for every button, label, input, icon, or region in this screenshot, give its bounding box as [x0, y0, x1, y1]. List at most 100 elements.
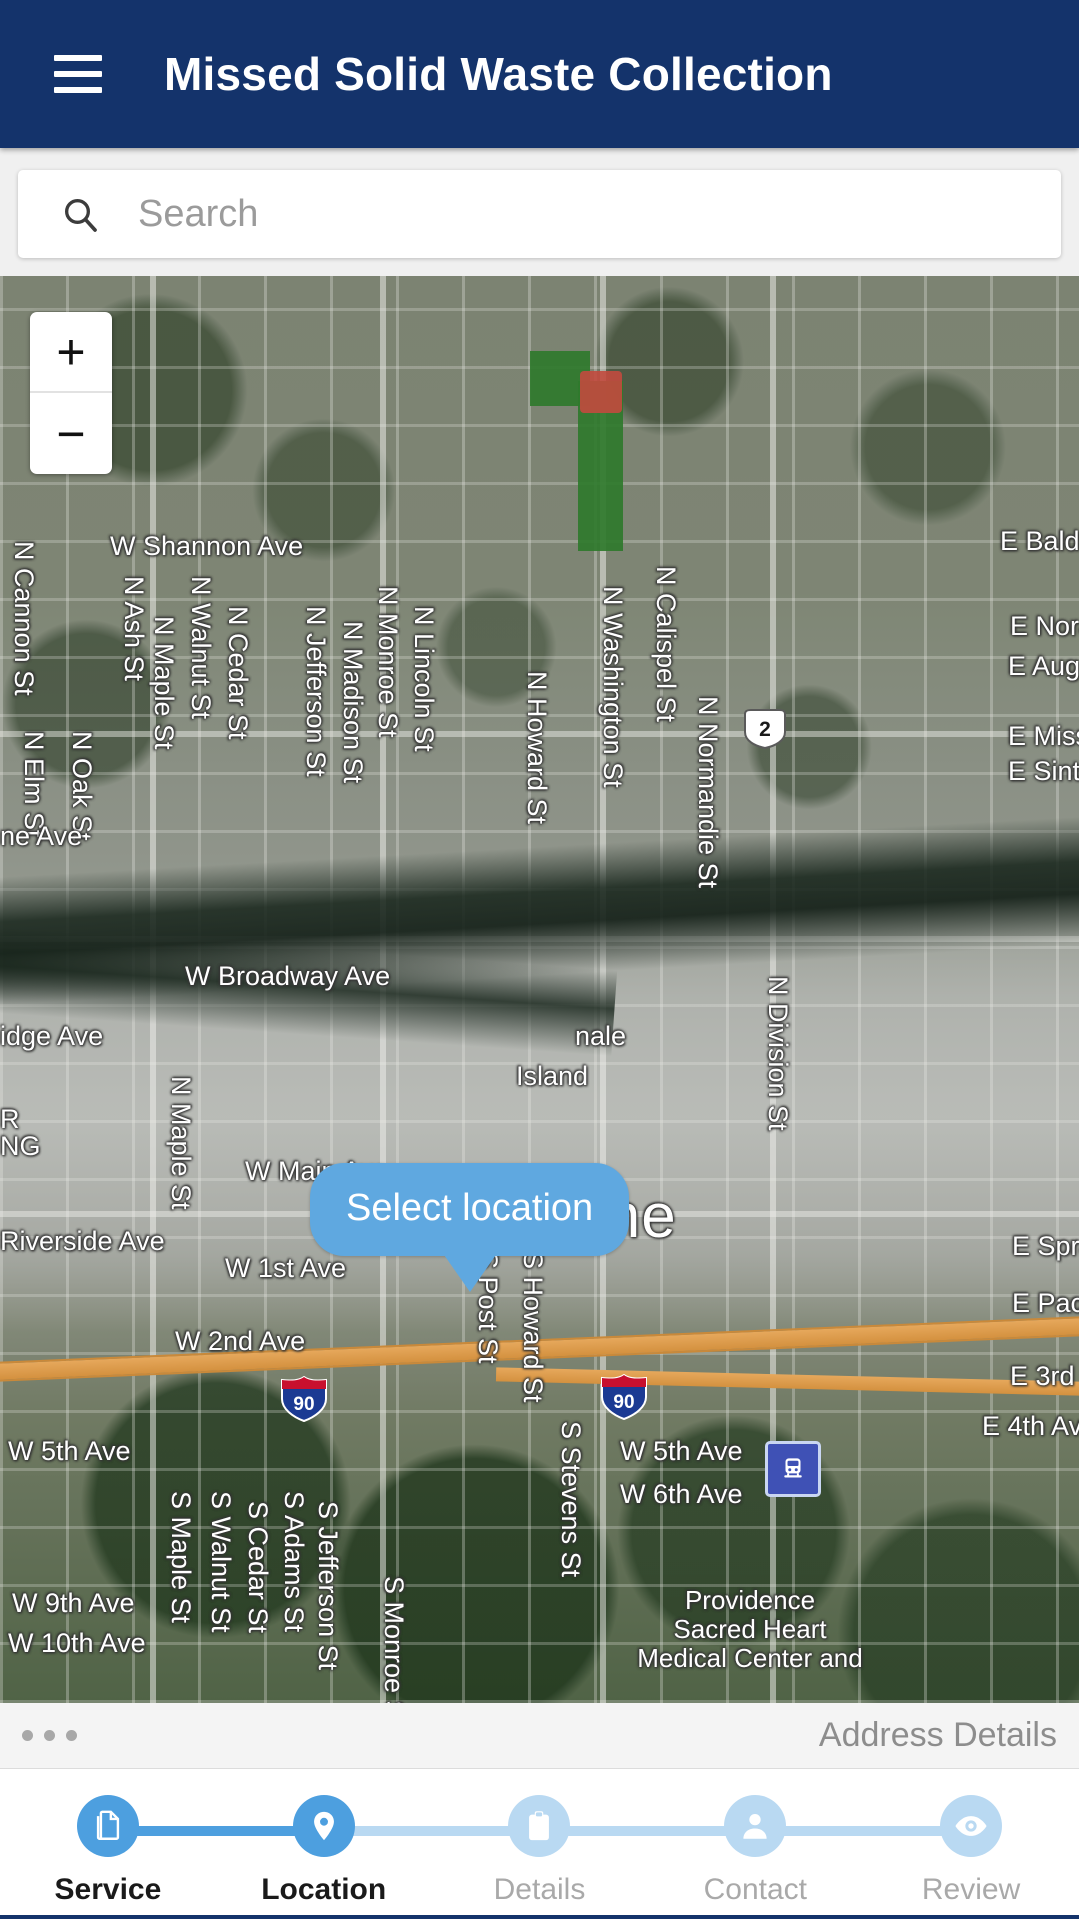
poi-line: Providence	[684, 1585, 816, 1615]
step-circle[interactable]	[940, 1795, 1003, 1857]
street-label: S Monroe St	[379, 1576, 409, 1703]
step-circle[interactable]	[76, 1795, 139, 1857]
street-label: W Broadway Ave	[185, 961, 391, 991]
street-label: N Normandie St	[693, 696, 723, 889]
app-header: Missed Solid Waste Collection	[0, 0, 1079, 148]
street-label: N Maple St	[149, 616, 179, 750]
street-label: N Cannon St	[9, 541, 39, 696]
search-placeholder: Search	[138, 192, 259, 235]
street-label: W 1st Ave	[225, 1253, 347, 1283]
drag-handle-dots-icon[interactable]	[22, 1730, 77, 1741]
street-label: S Jefferson St	[313, 1501, 343, 1671]
map-pin-icon	[307, 1809, 341, 1843]
step-contact[interactable]: Contact	[647, 1795, 864, 1907]
street-label: S Stevens St	[556, 1421, 586, 1578]
street-label: W 5th Ave	[8, 1436, 131, 1466]
step-details[interactable]: Details	[431, 1795, 648, 1907]
street-label: N Howard St	[522, 671, 552, 825]
search-icon	[65, 199, 97, 232]
street-label: W 2nd Ave	[175, 1326, 306, 1356]
search-input[interactable]: Search	[18, 170, 1061, 258]
street-label: S Walnut St	[206, 1491, 236, 1633]
document-icon	[91, 1809, 125, 1843]
street-label: S Cedar St	[243, 1501, 273, 1634]
hamburger-menu-icon[interactable]	[54, 55, 102, 93]
street-label: idge Ave	[0, 1021, 104, 1051]
step-location[interactable]: Location	[215, 1795, 432, 1907]
street-label: W 6th Ave	[620, 1479, 743, 1509]
step-label: Details	[493, 1873, 586, 1906]
street-label: W 10th Ave	[8, 1628, 146, 1658]
clipboard-icon	[522, 1809, 556, 1843]
step-label: Location	[261, 1873, 387, 1906]
poi-label-hospital: Providence Sacred Heart Medical Center a…	[625, 1585, 875, 1674]
poi-line: Sacred Heart	[673, 1614, 827, 1645]
hamburger-bar	[54, 87, 102, 93]
ball-field	[580, 371, 622, 413]
progress-stepper: Service Location Details Contact Review	[0, 1769, 1079, 1919]
step-circle[interactable]	[508, 1795, 571, 1857]
route-shield-us2: 2	[742, 708, 788, 755]
map-canvas[interactable]: W Shannon Ave E Baldwin E Nora E Augusta E M…	[0, 276, 1079, 1703]
street-label: E Sinto	[1008, 756, 1079, 786]
select-location-callout[interactable]: Select location	[310, 1163, 630, 1292]
step-circle[interactable]	[292, 1795, 355, 1857]
person-icon	[738, 1809, 772, 1843]
poi-line: Medical Center and	[637, 1643, 863, 1674]
search-bar-container: Search	[0, 148, 1079, 276]
street-label: ne Ave	[0, 821, 83, 851]
street-label: NG	[0, 1131, 41, 1161]
app-root: Missed Solid Waste Collection Search W S…	[0, 0, 1079, 1919]
step-label: Contact	[703, 1873, 807, 1906]
step-circle[interactable]	[724, 1795, 787, 1857]
street-label: E Mission	[1008, 721, 1079, 751]
street-label: Island	[516, 1061, 589, 1091]
street-label: N Calispel St	[651, 566, 681, 723]
street-label: nale	[575, 1021, 627, 1051]
hamburger-bar	[54, 71, 102, 77]
dot	[44, 1730, 55, 1741]
route-shield-i90-west: 90	[280, 1375, 328, 1427]
street-label: N Jefferson St	[301, 606, 331, 777]
street-label: N Lincoln St	[409, 606, 439, 752]
street-label: W 9th Ave	[12, 1588, 135, 1618]
street-label: N Division St	[763, 976, 793, 1131]
street-label: W 5th Ave	[620, 1436, 743, 1466]
street-label: Riverside Ave	[0, 1226, 165, 1256]
zoom-out-button[interactable]: −	[30, 393, 112, 474]
street-label: S Adams St	[279, 1491, 309, 1633]
step-review[interactable]: Review	[863, 1795, 1079, 1907]
street-label: N Washington St	[598, 586, 628, 788]
address-details-label: Address Details	[818, 1716, 1057, 1754]
street-label: W Shannon Ave	[110, 531, 304, 561]
dot	[22, 1730, 33, 1741]
street-label: E Pacif	[1012, 1288, 1079, 1318]
street-label: N Maple St	[166, 1076, 196, 1210]
eye-icon	[954, 1809, 988, 1843]
street-label: N Monroe St	[373, 586, 403, 738]
street-label: E 3rd	[1010, 1361, 1075, 1391]
dot	[66, 1730, 77, 1741]
zoom-in-button[interactable]: +	[30, 312, 112, 393]
street-label: N Ash St	[119, 576, 149, 682]
shield-number: 2	[759, 718, 771, 741]
route-shield-i90-east: 90	[600, 1373, 648, 1425]
callout-pointer	[441, 1252, 498, 1292]
map-zoom-controls: + −	[30, 312, 112, 474]
street-label: E Augusta	[1008, 651, 1079, 681]
street-label: E Spra	[1012, 1231, 1079, 1261]
step-label: Review	[921, 1873, 1021, 1906]
address-details-bar[interactable]: Address Details	[0, 1703, 1079, 1769]
step-label: Service	[54, 1873, 162, 1906]
transit-station-marker[interactable]	[765, 1441, 821, 1497]
street-label: N Cedar St	[223, 606, 253, 740]
shield-number: 90	[293, 1394, 314, 1415]
street-label: S Howard St	[518, 1251, 548, 1403]
select-location-label: Select location	[310, 1163, 630, 1256]
street-label: E Nora	[1010, 611, 1079, 641]
train-icon	[784, 1458, 802, 1478]
street-label: E 4th Ave	[982, 1411, 1079, 1441]
street-label: N Madison St	[338, 621, 368, 784]
page-title: Missed Solid Waste Collection	[164, 48, 833, 100]
step-service[interactable]: Service	[0, 1795, 216, 1907]
